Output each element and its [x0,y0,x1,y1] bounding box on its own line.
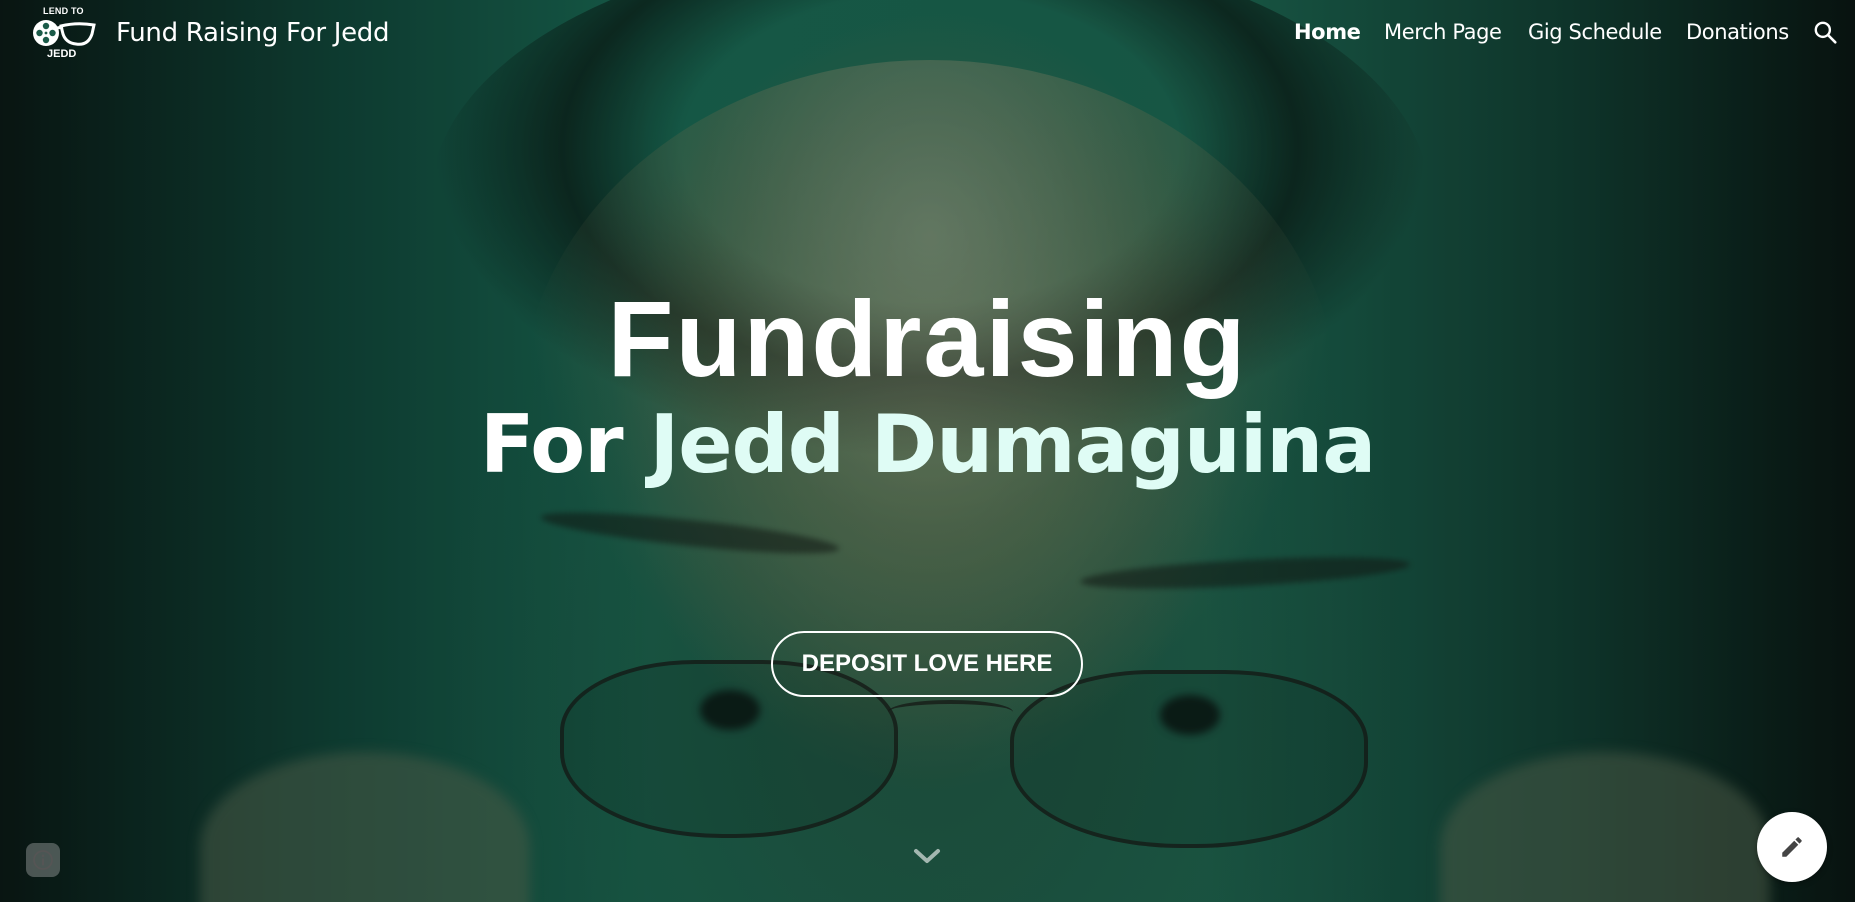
info-icon [33,850,53,870]
search-icon[interactable] [1812,19,1838,45]
chevron-down-icon[interactable] [912,846,942,866]
nav-item-home[interactable]: Home [1294,20,1361,44]
hero-headline: Fundraising [607,278,1248,399]
nav-item-donations[interactable]: Donations [1686,20,1789,44]
hero-subline-prefix: For [479,398,650,491]
info-button[interactable] [26,843,60,877]
site-header: LEND TO JEDD Fund Raising For Jedd Home … [0,0,1855,66]
main-nav: Home Merch Page Gig Schedule Donations [0,20,1855,50]
pencil-icon [1782,837,1802,857]
hero-subline-name: Jedd Dumaguina [649,398,1376,491]
deposit-love-button[interactable]: DEPOSIT LOVE HERE [771,631,1083,697]
logo-top-text: LEND TO [43,6,84,16]
hero-subline: For Jedd Dumaguina [0,398,1855,491]
nav-item-gig-schedule[interactable]: Gig Schedule [1528,20,1662,44]
nav-item-merch-page[interactable]: Merch Page [1384,20,1502,44]
edit-button[interactable] [1757,812,1827,882]
